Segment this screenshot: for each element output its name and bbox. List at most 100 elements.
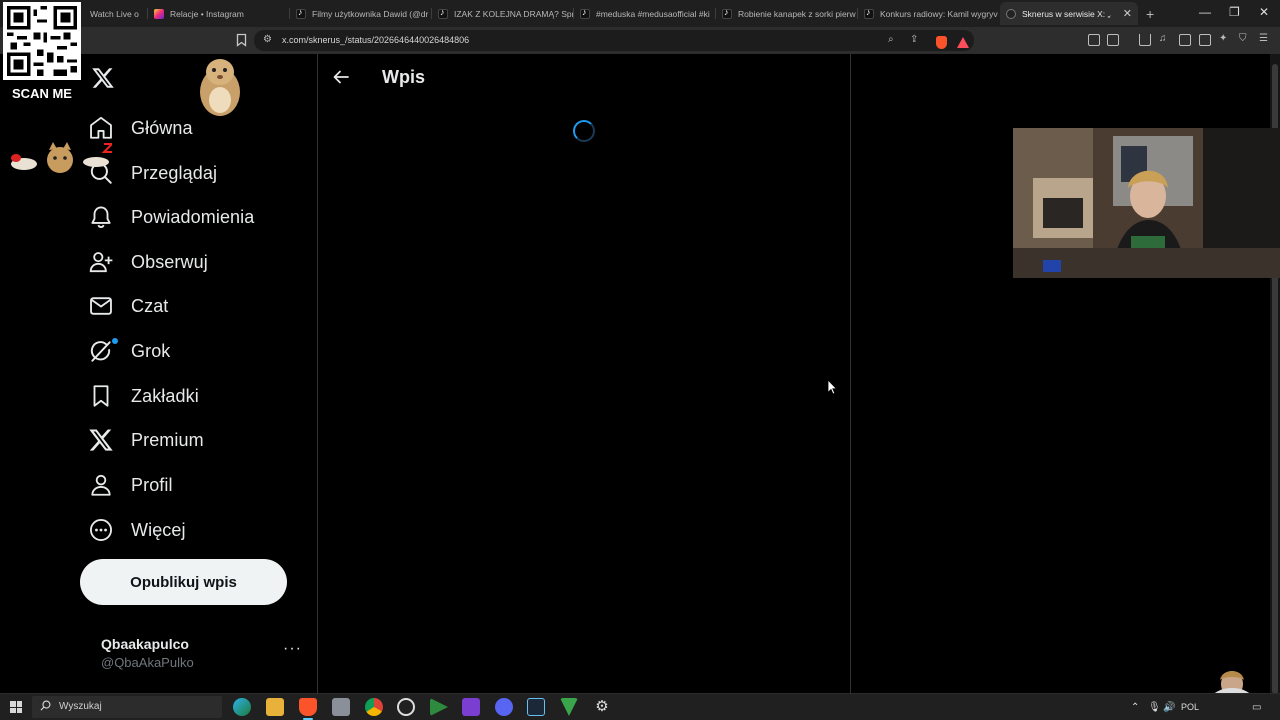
app-icon[interactable] (332, 698, 350, 716)
instagram-icon (154, 8, 164, 19)
settings-icon[interactable]: ⚙ (593, 698, 611, 716)
brave-rewards-icon[interactable] (957, 37, 969, 48)
discord-icon[interactable] (495, 698, 513, 716)
person-icon (91, 474, 111, 496)
steam-icon[interactable] (527, 698, 545, 716)
leo-ai-icon[interactable]: ✦ (1219, 33, 1227, 44)
downloads-icon[interactable] (1139, 34, 1151, 46)
search-icon (40, 700, 51, 711)
close-tab-icon[interactable]: ✕ (1123, 7, 1132, 20)
vpn-shield-icon[interactable]: ⛉ (1239, 33, 1247, 44)
music-icon[interactable]: ♫ (1159, 33, 1167, 44)
loading-spinner (573, 120, 595, 142)
browser-tab[interactable]: Konkurs radiowy: Kamil wygryv (858, 3, 1000, 24)
browser-tab[interactable]: Relacje • Instagram (148, 3, 290, 24)
notification-dot (112, 338, 118, 344)
sidebar-item-label: Grok (131, 340, 171, 361)
mouse-cursor-icon (827, 379, 837, 395)
x-premium-icon (89, 429, 113, 451)
new-tab-icon[interactable]: + (1146, 6, 1154, 22)
sidebar-item-label: Więcej (131, 519, 186, 540)
sidebar-item-label: Premium (131, 429, 204, 450)
column-divider (317, 54, 318, 693)
taskbar-search[interactable]: Wyszukaj (32, 696, 222, 718)
account-name[interactable]: Qbaakapulco (101, 636, 189, 652)
sidebar-item-chat[interactable]: Czat (88, 288, 168, 324)
sidebar-item-more[interactable]: Więcej (88, 512, 186, 548)
brave-browser-icon[interactable] (299, 698, 317, 720)
browser-tab-strip: Watch Live o Relacje • Instagram Filmy u… (0, 0, 1280, 27)
windows-taskbar: Wyszukaj ⚙ ⌃ 🎙 🔊 POL ▭ (0, 693, 1280, 720)
browser-tab[interactable]: #meduska #medusaofficial #ki (574, 3, 716, 24)
sidebar-item-notifications[interactable]: Powiadomienia (88, 199, 254, 235)
tab-title: #meduska #medusaofficial #ki (596, 8, 710, 19)
streamer-video (1013, 128, 1280, 278)
zoom-icon[interactable]: ⌕ (888, 34, 894, 45)
tiktok-icon (438, 7, 448, 19)
restore-icon[interactable]: ❐ (1229, 5, 1240, 19)
file-explorer-icon[interactable] (266, 698, 284, 716)
x-logo-icon[interactable] (91, 66, 115, 90)
sidebar-item-premium[interactable]: Premium (88, 422, 204, 458)
taskbar-search-placeholder: Wyszukaj (59, 701, 102, 712)
browser-tab-active[interactable]: Sknerus w serwisie X: „Ja ✕ (1000, 2, 1138, 25)
menu-icon[interactable]: ☰ (1259, 33, 1268, 44)
browser-tab[interactable]: Filmy użytkownika Dawid (@dr (290, 3, 432, 24)
tray-chevron-up-icon[interactable]: ⌃ (1131, 702, 1139, 713)
home-icon (90, 116, 112, 139)
sidebar-item-label: Główna (131, 117, 193, 138)
notification-center-icon[interactable]: ▭ (1252, 702, 1261, 713)
sidebar-item-label: Przeglądaj (131, 162, 218, 183)
site-settings-icon[interactable]: ⚙ (263, 34, 272, 45)
wallet-icon[interactable] (1199, 34, 1211, 46)
back-arrow-icon[interactable] (331, 67, 351, 87)
url-text[interactable]: x.com/sknerus_/status/202664644002648480… (282, 35, 469, 45)
webcam-overlay (1013, 128, 1280, 278)
url-field[interactable]: ⚙ x.com/sknerus_/status/2026646440026484… (254, 30, 974, 51)
browser-tab[interactable]: Watch Live o (84, 3, 148, 24)
sidebar-item-label: Czat (131, 295, 169, 316)
tiktok-icon (722, 7, 732, 19)
grok-icon (90, 341, 111, 362)
close-window-icon[interactable]: ✕ (1259, 5, 1269, 19)
x-tab-icon (1006, 8, 1016, 19)
more-circle-icon (90, 519, 112, 541)
vim-app-icon[interactable] (560, 698, 578, 716)
share-icon[interactable]: ⇪ (910, 34, 918, 45)
sidebar-item-follow[interactable]: Obserwuj (88, 244, 208, 280)
sidebar-item-bookmarks[interactable]: Zakładki (88, 378, 199, 414)
bell-icon (91, 206, 111, 228)
bookmark-icon (93, 385, 109, 407)
sidebar-item-grok[interactable]: Grok (88, 333, 170, 369)
browser-tab[interactable]: Robienie kanapek z sorki pierw (716, 3, 858, 24)
obs-icon[interactable] (397, 698, 415, 716)
sidebar-item-label: Powiadomienia (131, 206, 255, 227)
language-indicator[interactable]: POL (1181, 702, 1199, 712)
account-more-icon[interactable]: ··· (283, 640, 302, 658)
tab-search-icon[interactable] (1107, 34, 1119, 46)
sidebar-toggle-icon[interactable] (1179, 34, 1191, 46)
post-button[interactable]: Opublikuj wpis (80, 559, 287, 605)
volume-icon[interactable]: 🔊 (1163, 702, 1175, 713)
bookmark-page-icon[interactable] (236, 33, 247, 47)
account-handle[interactable]: @QbaAkaPulko (101, 655, 194, 670)
cat-sticker (11, 142, 112, 173)
hamster-sticker (200, 59, 240, 116)
minimize-icon[interactable]: — (1199, 5, 1211, 19)
sidebar-item-profile[interactable]: Profil (88, 467, 173, 503)
extensions-icon[interactable] (1088, 34, 1100, 46)
brave-shields-icon[interactable] (936, 36, 947, 49)
chat-app-icon[interactable] (462, 698, 480, 716)
media-player-icon[interactable] (430, 698, 448, 716)
person-add-icon (89, 252, 113, 273)
browser-tab[interactable]: IZAK Z KOLEJNA DRAMĄ? Spra (432, 3, 574, 24)
sidebar-item-label: Zakładki (131, 385, 199, 406)
microphone-icon[interactable]: 🎙 (1148, 702, 1161, 713)
page-title: Wpis (382, 67, 425, 87)
tiktok-icon (864, 7, 874, 19)
chrome-icon[interactable] (365, 698, 383, 716)
qr-scan-label: SCAN ME (12, 86, 72, 101)
edge-icon[interactable] (233, 698, 251, 716)
qr-code-overlay (3, 2, 81, 80)
windows-start-icon[interactable] (10, 701, 22, 713)
